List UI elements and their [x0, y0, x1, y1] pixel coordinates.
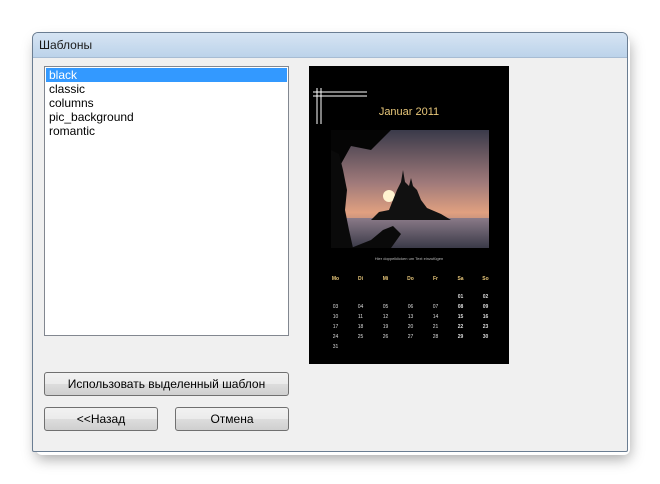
calendar-weekday: Mi: [382, 276, 389, 282]
template-listbox[interactable]: black classic columns pic_background romanti…: [44, 66, 289, 336]
template-list-item[interactable]: romantic: [46, 124, 287, 138]
template-list-item[interactable]: columns: [46, 96, 287, 110]
calendar-day: 25: [357, 334, 364, 340]
calendar-day: 09: [482, 304, 489, 310]
calendar-day: 17: [332, 324, 339, 330]
template-list-item[interactable]: classic: [46, 82, 287, 96]
calendar-grid: Mo Di Mi Do Fr Sa So 01 02 03 04 05 06 07 08 09 10 11 12 13…: [323, 274, 499, 352]
calendar-day: 19: [382, 324, 389, 330]
calendar-day: [348, 292, 373, 302]
calendar-week-row: 24 25 26 27 28 29 30: [323, 332, 499, 342]
calendar-day: 21: [432, 324, 439, 330]
calendar-day: 08: [457, 304, 464, 310]
calendar-day: 22: [457, 324, 464, 330]
calendar-day: 14: [432, 314, 439, 320]
calendar-day: 20: [407, 324, 414, 330]
calendar-day: [373, 342, 398, 352]
calendar-day: 04: [357, 304, 364, 310]
calendar-day: 03: [332, 304, 339, 310]
title-bar[interactable]: Шаблоны: [33, 33, 627, 58]
calendar-week-row: 01 02: [323, 292, 499, 302]
calendar-day: 05: [382, 304, 389, 310]
calendar-weekday: Do: [407, 276, 414, 282]
calendar-week-row: 17 18 19 20 21 22 23: [323, 322, 499, 332]
calendar-day: 26: [382, 334, 389, 340]
calendar-day: 23: [482, 324, 489, 330]
calendar-day: 12: [382, 314, 389, 320]
calendar-day: [423, 292, 448, 302]
calendar-day: 06: [407, 304, 414, 310]
calendar-day: 16: [482, 314, 489, 320]
calendar-weekday-row: Mo Di Mi Do Fr Sa So: [323, 274, 499, 284]
calendar-day: [423, 342, 448, 352]
calendar-weekday: Sa: [457, 276, 464, 282]
calendar-day: [348, 342, 373, 352]
calendar-week-row: 03 04 05 06 07 08 09: [323, 302, 499, 312]
calendar-day: [323, 292, 348, 302]
calendar-weekday: So: [482, 276, 489, 282]
templates-dialog: Шаблоны black classic columns pic_backgroun…: [32, 32, 628, 452]
calendar-day: [473, 342, 498, 352]
calendar-day: 30: [482, 334, 489, 340]
calendar-day: [398, 292, 423, 302]
template-list-item[interactable]: pic_background: [46, 110, 287, 124]
calendar-day: 31: [332, 344, 339, 350]
cancel-button[interactable]: Отмена: [175, 407, 289, 431]
calendar-weekday: Mo: [331, 276, 340, 282]
back-button[interactable]: <<Назад: [44, 407, 158, 431]
calendar-day: 27: [407, 334, 414, 340]
use-selected-template-button[interactable]: Использовать выделенный шаблон: [44, 372, 289, 396]
calendar-day: 18: [357, 324, 364, 330]
sunset-photo: [331, 130, 489, 248]
calendar-week-row: 10 11 12 13 14 15 16: [323, 312, 499, 322]
calendar-day: [448, 342, 473, 352]
calendar-day: 10: [332, 314, 339, 320]
photo-caption: Hier doppelklicken um Text einzufügen: [374, 256, 444, 261]
calendar-day: 01: [457, 294, 464, 300]
calendar-day: 29: [457, 334, 464, 340]
calendar-day: 07: [432, 304, 439, 310]
calendar-day: 24: [332, 334, 339, 340]
calendar-day: 02: [482, 294, 489, 300]
calendar-day: [398, 342, 423, 352]
calendar-day: 28: [432, 334, 439, 340]
calendar-day: [373, 292, 398, 302]
calendar-weekday: Di: [358, 276, 363, 282]
calendar-month-title: Januar 2011: [378, 106, 440, 118]
calendar-week-row: 31: [323, 342, 499, 352]
template-preview: Januar 2011 Hier doppelklicken um Text e…: [309, 66, 509, 364]
calendar-day: 13: [407, 314, 414, 320]
window-title: Шаблоны: [39, 38, 93, 52]
calendar-day: 11: [357, 314, 364, 320]
calendar-day: 15: [457, 314, 464, 320]
template-list-item[interactable]: black: [46, 68, 287, 82]
calendar-weekday: Fr: [433, 276, 438, 282]
